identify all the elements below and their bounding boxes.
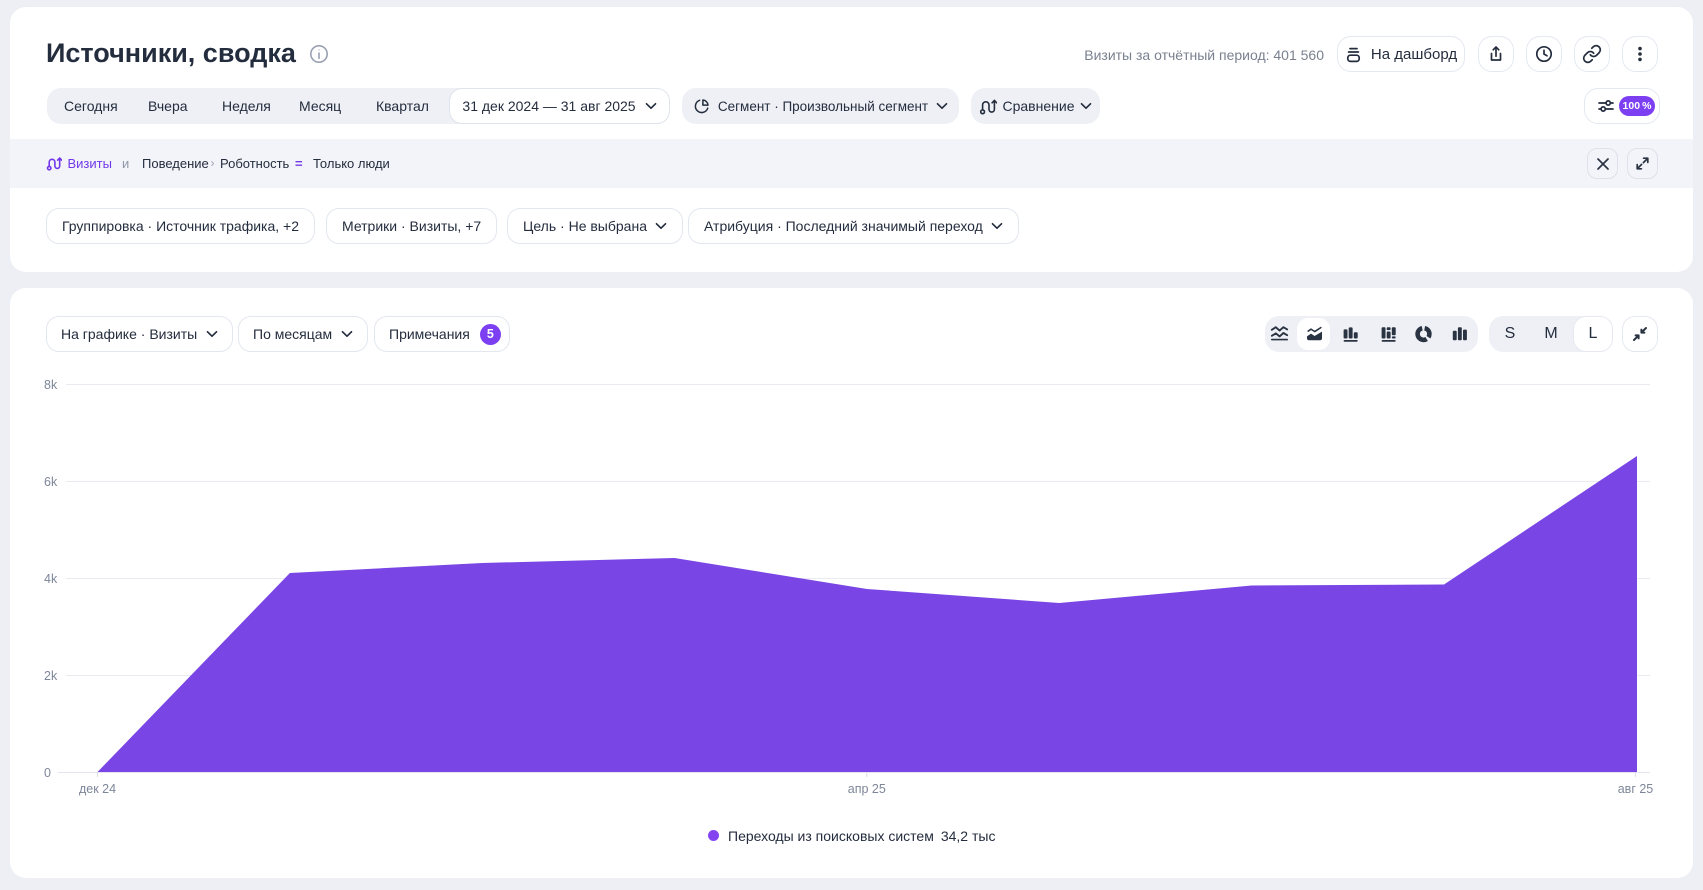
- svg-text:4k: 4k: [44, 572, 58, 586]
- svg-text:дек 24: дек 24: [79, 782, 116, 796]
- svg-text:6k: 6k: [44, 475, 58, 489]
- svg-text:авг 25: авг 25: [1618, 782, 1654, 796]
- svg-text:апр 25: апр 25: [848, 782, 886, 796]
- svg-text:0: 0: [44, 766, 51, 780]
- svg-text:8k: 8k: [44, 378, 58, 392]
- svg-text:2k: 2k: [44, 669, 58, 683]
